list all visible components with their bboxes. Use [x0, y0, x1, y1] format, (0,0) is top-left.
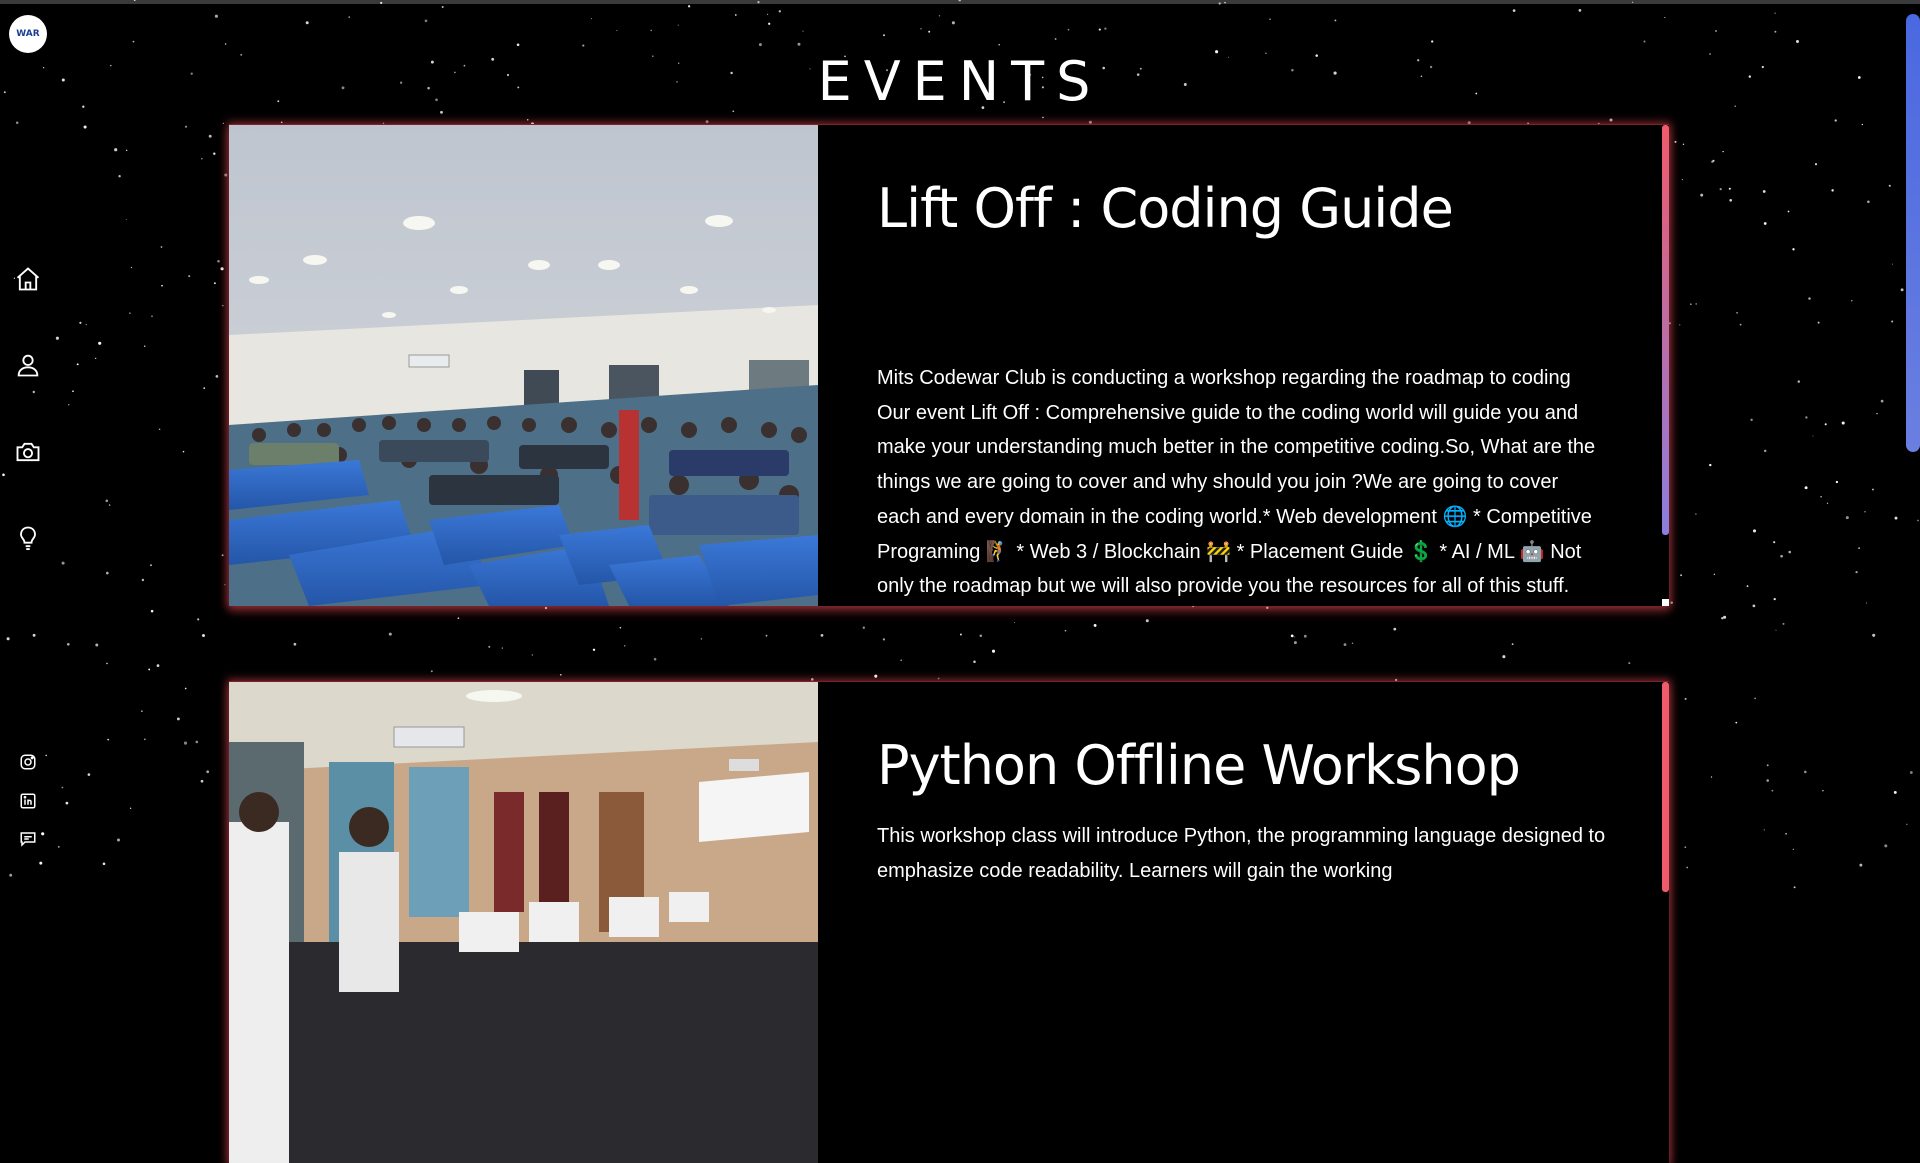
page-title: EVENTS: [817, 50, 1103, 114]
home-icon: [16, 267, 40, 291]
event-card-body: Lift Off : Coding Guide: [877, 177, 1617, 240]
page-scrollbar-thumb[interactable]: [1906, 14, 1920, 452]
event-card: Python Offline Workshop This workshop cl…: [229, 681, 1669, 1163]
event-description: Mits Codewar Club is conducting a worksh…: [877, 367, 1596, 598]
nav-events-button[interactable]: [12, 522, 44, 554]
event-card: Lift Off : Coding Guide Mits Codewar Clu…: [229, 124, 1669, 606]
card-scrollbar-thumb[interactable]: [1662, 125, 1669, 535]
event-title: Lift Off : Coding Guide: [877, 177, 1454, 240]
nav-gallery-button[interactable]: [12, 436, 44, 468]
event-card-body: Python Offline Workshop This workshop cl…: [877, 734, 1617, 888]
event-title: Python Offline Workshop: [877, 734, 1521, 797]
nav-home-button[interactable]: [12, 263, 44, 295]
user-icon: [17, 354, 39, 377]
instagram-link[interactable]: [18, 752, 38, 772]
card-scroll-corner: [1662, 599, 1669, 606]
club-logo[interactable]: WAR: [9, 15, 47, 53]
logo-text: WAR: [16, 28, 40, 39]
event-photo-lab: [229, 682, 818, 1163]
lightbulb-icon: [20, 526, 36, 551]
event-description-scroll[interactable]: Mits Codewar Club is conducting a worksh…: [877, 349, 1617, 606]
contact-link[interactable]: [18, 829, 38, 849]
event-description: This workshop class will introduce Pytho…: [877, 825, 1606, 882]
instagram-icon: [20, 754, 36, 770]
linkedin-link[interactable]: [18, 791, 38, 811]
card-scrollbar-thumb[interactable]: [1662, 682, 1669, 892]
event-photo-classroom: [229, 125, 818, 606]
camera-icon: [16, 442, 40, 462]
nav-about-button[interactable]: [12, 349, 44, 381]
linkedin-icon: [20, 793, 36, 809]
message-icon: [20, 832, 36, 847]
